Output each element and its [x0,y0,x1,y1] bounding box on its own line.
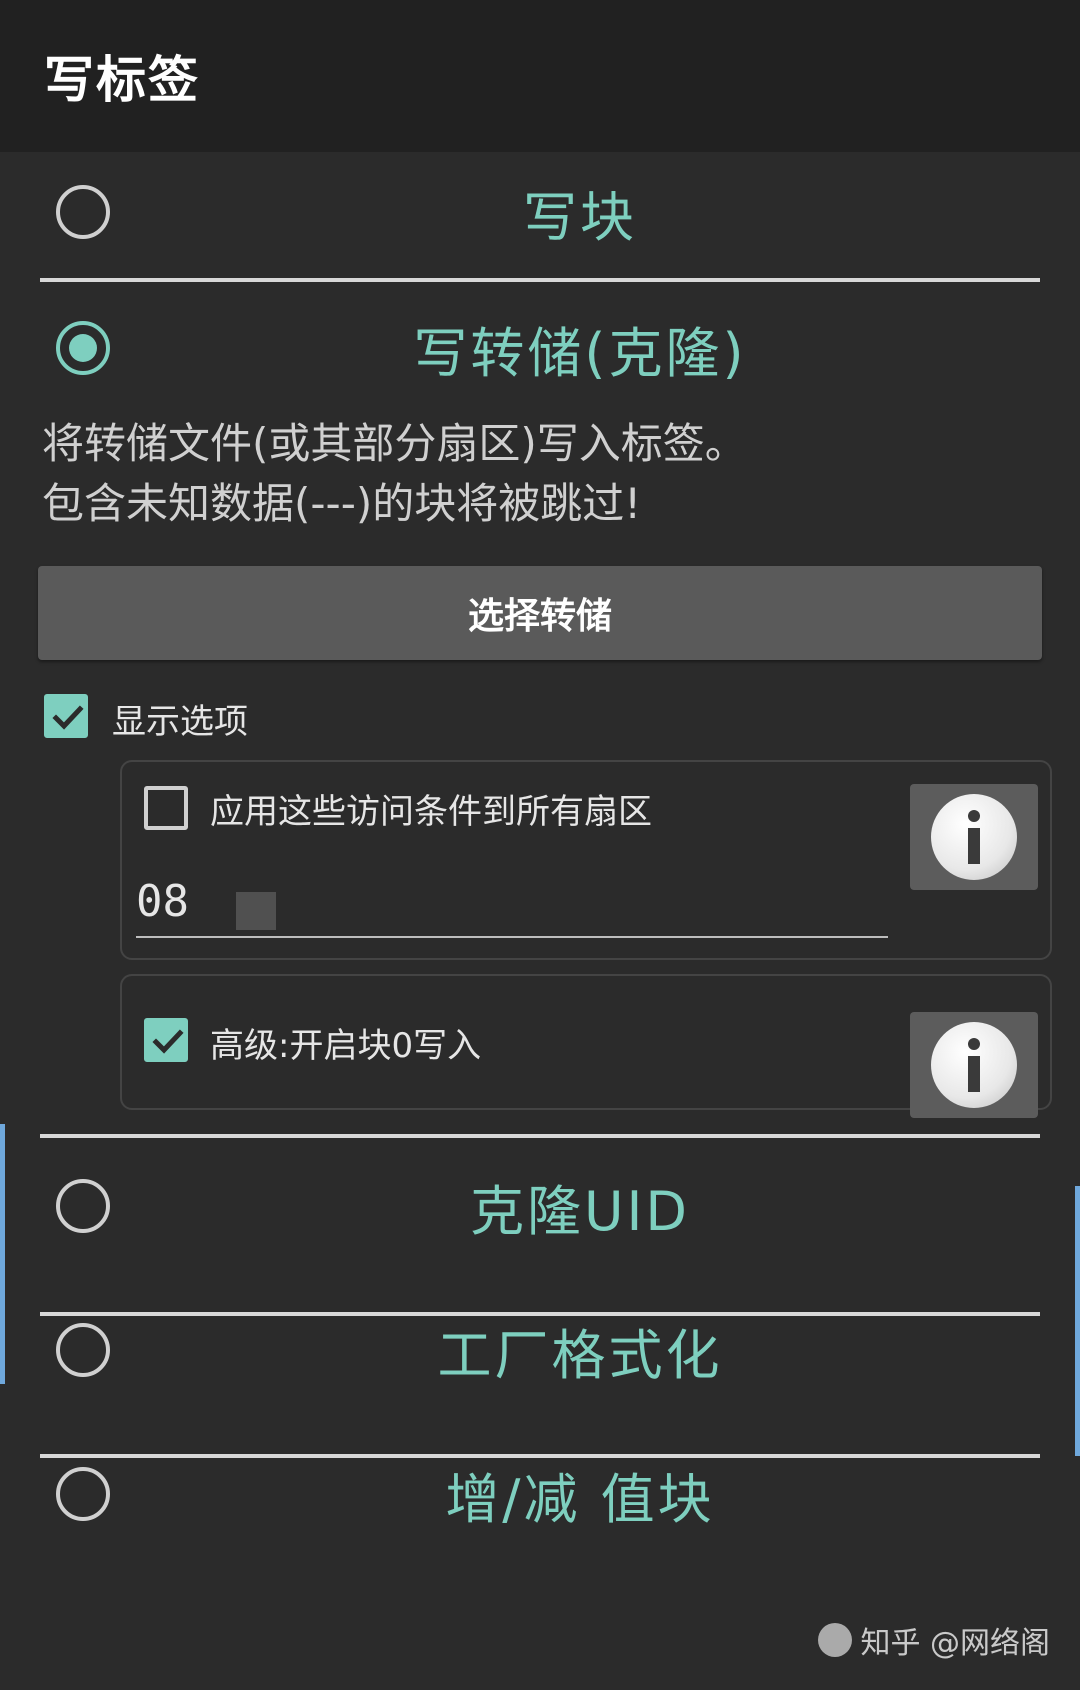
option-write-dump-label: 写转储(克隆) [413,321,747,385]
scrollbar[interactable] [1075,1186,1080,1456]
access-info-button[interactable] [910,784,1038,890]
option-factory-format[interactable]: 工厂格式化 [40,1290,1040,1410]
apply-all-sectors-checkbox[interactable] [144,786,188,830]
access-bits-value: 08 [136,876,189,927]
select-dump-button[interactable]: 选择转储 [38,566,1042,660]
option-factory-format-label: 工厂格式化 [437,1323,723,1387]
option-write-dump[interactable]: 写转储(克隆) [40,288,1040,408]
description-line-1: 将转储文件(或其部分扇区)写入标签。 [42,419,747,468]
info-icon [931,794,1017,880]
option-write-block-label: 写块 [523,185,637,249]
write-tag-content: 写块 写转储(克隆) 将转储文件(或其部分扇区)写入标签。 包含未知数据(---… [0,152,1080,1690]
radio-factory-format[interactable] [56,1323,110,1377]
show-options-checkbox[interactable] [44,694,88,738]
check-icon [152,1029,184,1054]
app-title: 写标签 [44,51,200,109]
zhihu-logo-icon [818,1623,853,1657]
show-options-label: 显示选项 [112,702,248,742]
write-dump-description: 将转储文件(或其部分扇区)写入标签。 包含未知数据(---)的块将被跳过! [42,414,1042,534]
advanced-info-button[interactable] [910,1012,1038,1118]
input-underline [136,936,888,938]
access-bits-input[interactable]: 08 [136,872,888,938]
enable-block0-checkbox[interactable] [144,1018,188,1062]
watermark-text: 知乎 @网络阁 [860,1626,1050,1661]
divider [40,278,1040,282]
apply-all-sectors-label: 应用这些访问条件到所有扇区 [210,792,652,832]
divider [40,1134,1040,1138]
radio-write-dump[interactable] [56,321,110,375]
radio-write-block[interactable] [56,185,110,239]
radio-clone-uid[interactable] [56,1179,110,1233]
check-icon [52,705,84,730]
watermark: 知乎 @网络阁 [818,1618,1050,1662]
app-bar: 写标签 [0,0,1080,152]
option-write-block[interactable]: 写块 [40,152,1040,272]
redacted-area [196,876,416,930]
option-clone-uid-label: 克隆UID [469,1179,691,1243]
option-value-block[interactable]: 增/减 值块 [40,1434,1040,1554]
left-edge-indicator [0,1124,5,1384]
option-clone-uid[interactable]: 克隆UID [40,1146,1040,1266]
info-icon [931,1022,1017,1108]
description-line-2: 包含未知数据(---)的块将被跳过! [42,479,642,528]
redaction-block [236,892,276,930]
enable-block0-label: 高级:开启块0写入 [210,1026,482,1066]
option-value-block-label: 增/减 值块 [445,1467,715,1531]
radio-value-block[interactable] [56,1467,110,1521]
